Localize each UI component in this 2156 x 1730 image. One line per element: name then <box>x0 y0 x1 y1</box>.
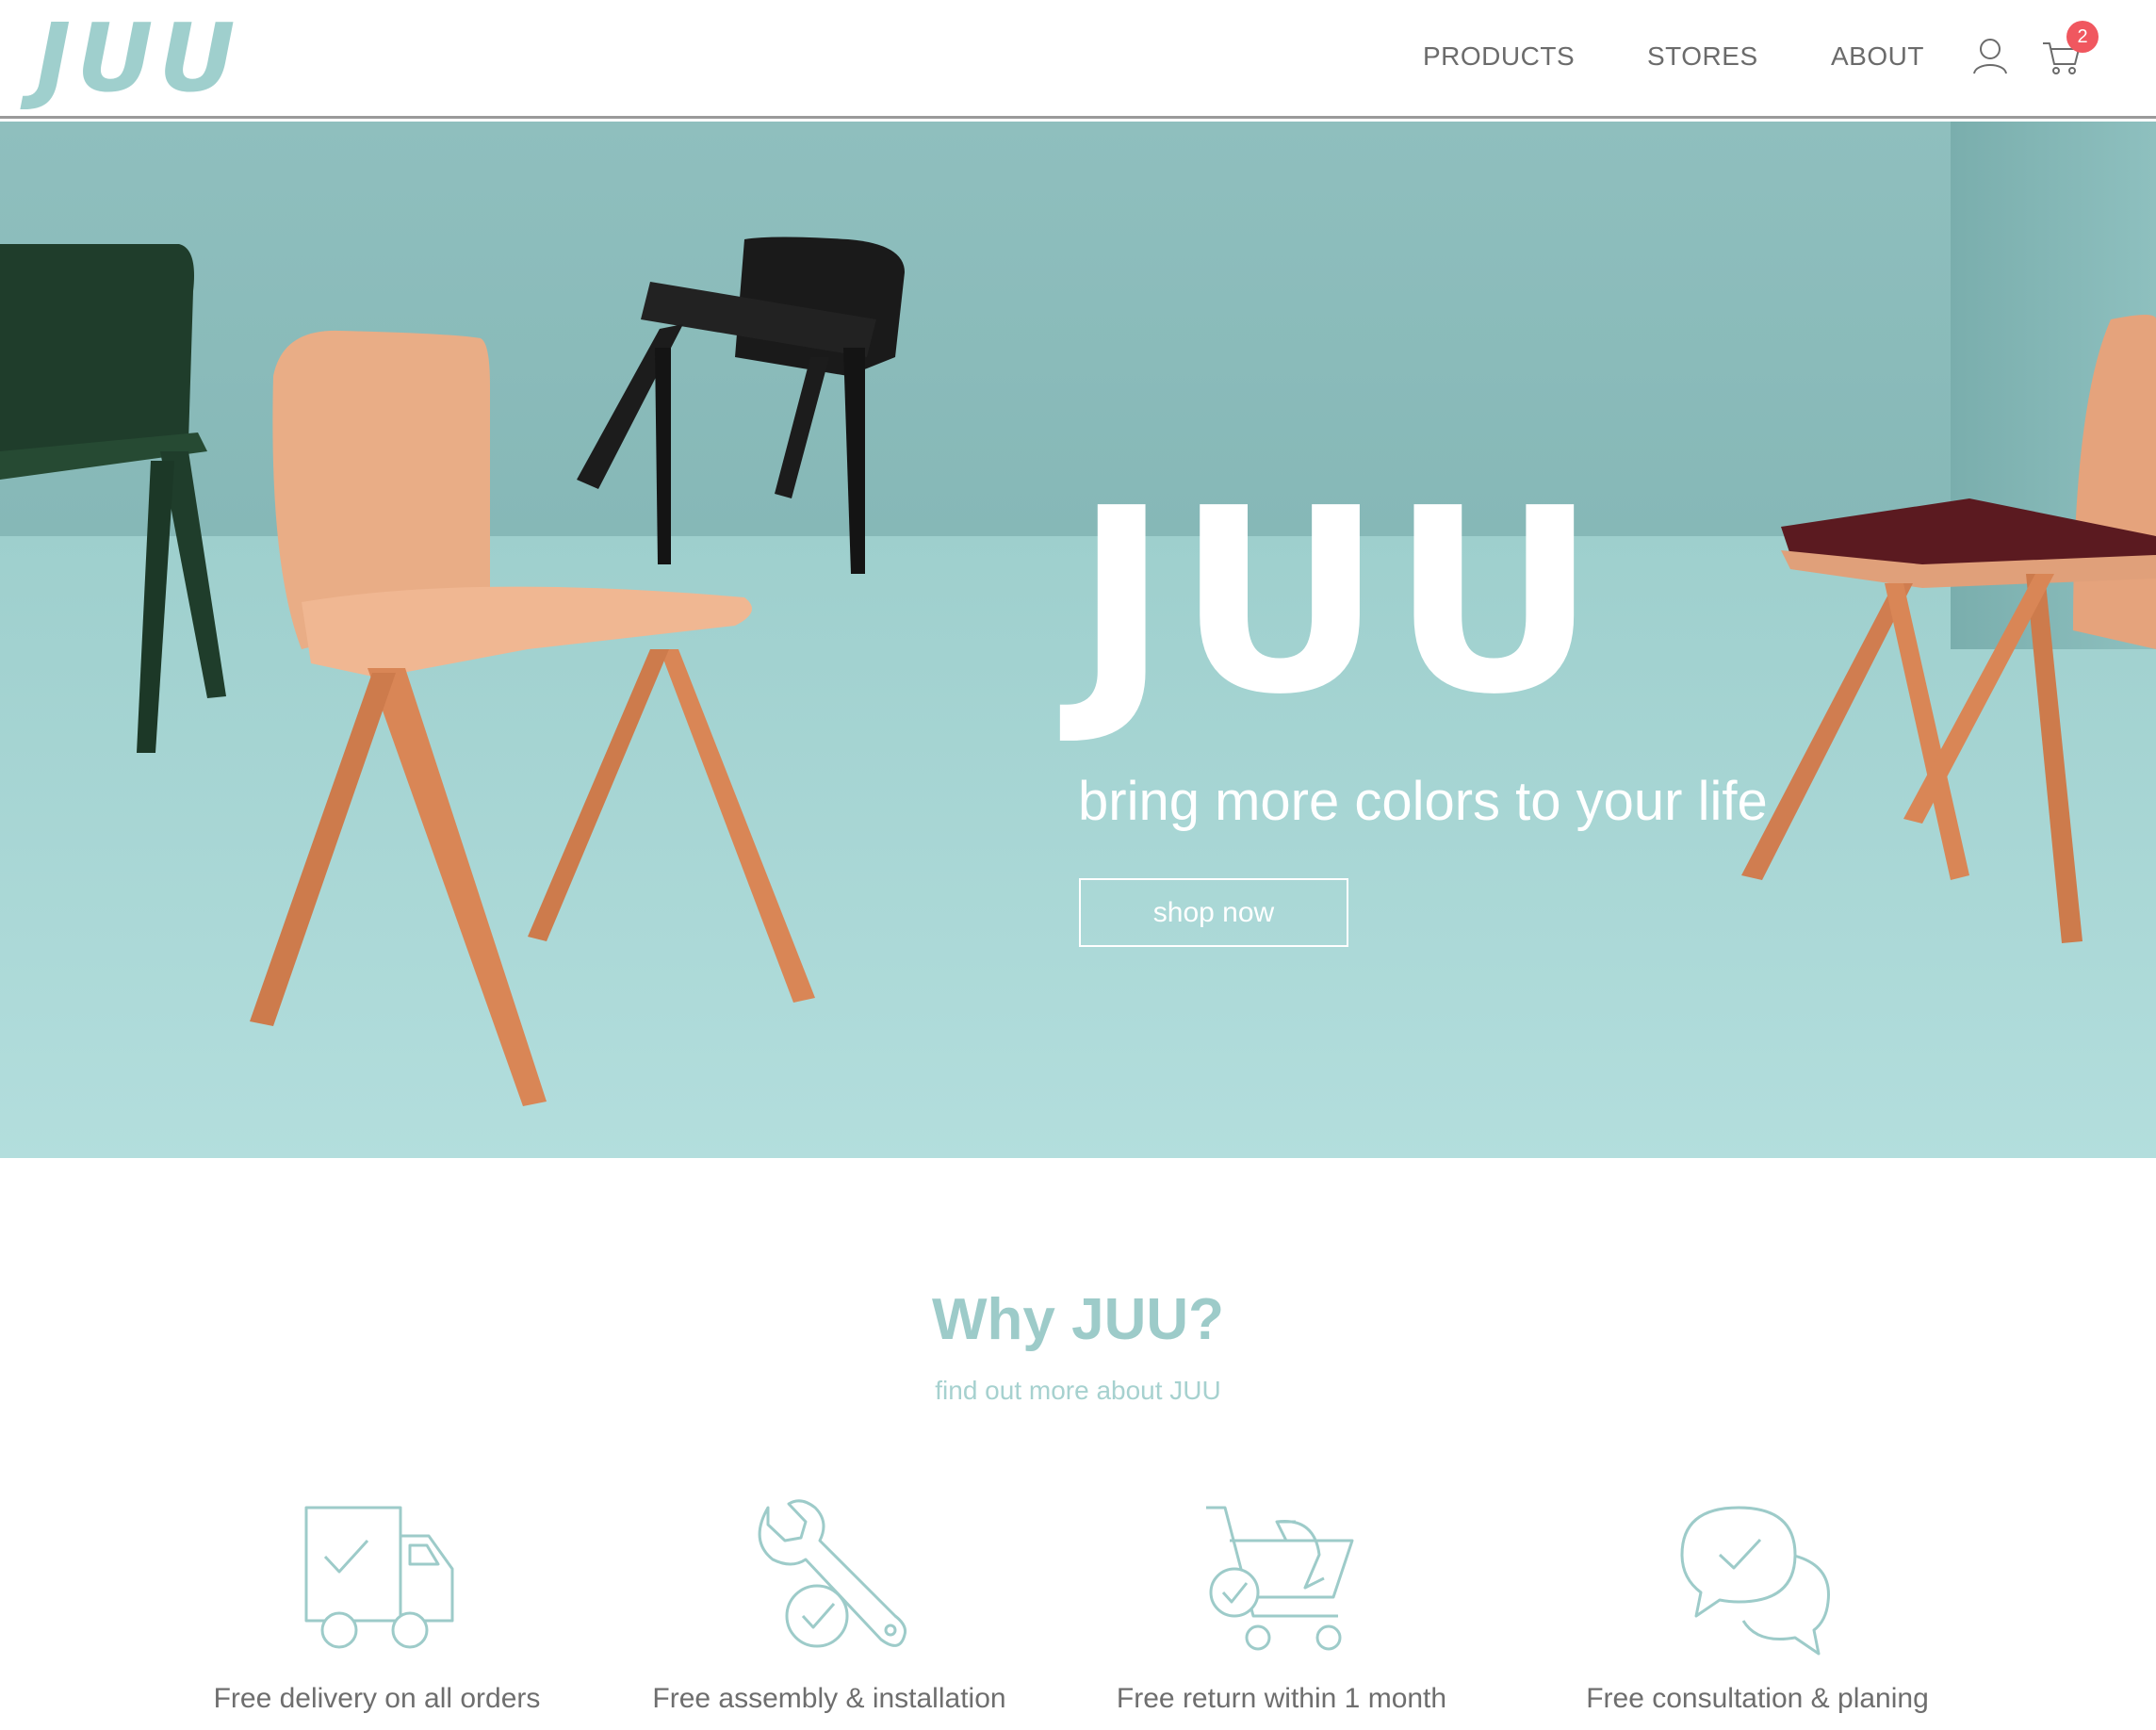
wooden-chair-main <box>250 330 815 1106</box>
feature-label: Free assembly & installation <box>652 1683 1006 1714</box>
wooden-chair-right <box>1741 315 2156 943</box>
why-subtitle: find out more about JUU <box>935 1376 1221 1405</box>
feature-assembly: Free assembly & installation <box>631 1498 1027 1714</box>
feature-label: Free consultation & planing <box>1586 1683 1929 1714</box>
feature-label: Free return within 1 month <box>1116 1683 1447 1714</box>
feature-consultation: Free consultation & planing <box>1560 1498 1955 1714</box>
feature-label: Free delivery on all orders <box>213 1683 541 1714</box>
why-title: Why JUU? <box>932 1287 1224 1352</box>
cart-return-icon <box>1206 1506 1354 1651</box>
delivery-truck-icon <box>304 1506 454 1649</box>
nav-about[interactable]: ABOUT <box>1831 41 1924 79</box>
hero-subtitle: bring more colors to your life <box>1078 771 1768 832</box>
shop-now-button[interactable]: shop now <box>1079 878 1348 947</box>
hero-banner: JUU bring more colors to your life shop … <box>0 122 2156 1158</box>
feature-return: Free return within 1 month <box>1084 1498 1479 1714</box>
chat-bubbles-icon <box>1680 1506 1830 1656</box>
feature-delivery: Free delivery on all orders <box>179 1498 575 1714</box>
logo[interactable]: JUU <box>36 3 241 113</box>
site-header: JUU PRODUCTS STORES ABOUT 2 <box>0 0 2156 119</box>
hero-title: JUU <box>1074 453 1605 750</box>
nav-products[interactable]: PRODUCTS <box>1423 41 1575 79</box>
logo-text: JUU <box>36 3 241 113</box>
nav-stores[interactable]: STORES <box>1647 41 1758 79</box>
green-chair <box>0 244 226 753</box>
black-chair <box>577 237 905 574</box>
cart-count-badge: 2 <box>2066 21 2099 53</box>
wrench-icon <box>758 1499 906 1648</box>
user-icon[interactable] <box>1971 36 2009 77</box>
